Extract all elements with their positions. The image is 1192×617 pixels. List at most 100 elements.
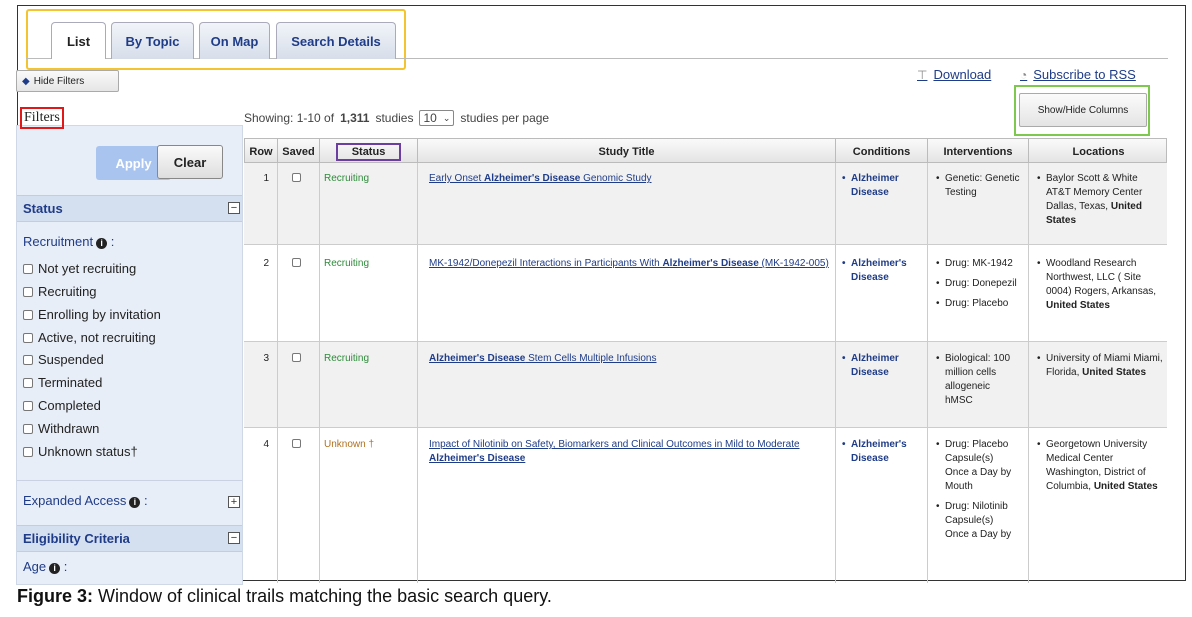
option-label: Enrolling by invitation: [38, 307, 161, 322]
save-checkbox[interactable]: [292, 439, 301, 448]
expanded-access-label[interactable]: Expanded Access i :: [23, 493, 148, 508]
filter-option-withdrawn[interactable]: Withdrawn: [23, 421, 99, 436]
rss-link[interactable]: ◔ Subscribe to RSS: [1020, 67, 1136, 82]
checkbox[interactable]: [23, 263, 33, 274]
status-value: Recruiting: [324, 258, 370, 269]
save-checkbox[interactable]: [292, 353, 301, 362]
status-section-header[interactable]: Status: [17, 195, 242, 222]
recruitment-colon: :: [110, 234, 115, 249]
column-header-locations[interactable]: Locations: [1029, 139, 1168, 164]
column-header-saved[interactable]: Saved: [278, 139, 320, 164]
checkbox[interactable]: [23, 377, 33, 388]
title-text: Stem Cells Multiple Infusions: [525, 353, 657, 364]
interventions-value: Drug: Placebo Capsule(s) Once a Day by M…: [935, 438, 1013, 548]
per-page-select[interactable]: 10 ⌄: [419, 110, 455, 126]
expanded-access-text: Expanded Access: [23, 493, 127, 508]
tab-row-divider: [26, 58, 1168, 59]
study-title-link[interactable]: Impact of Nilotinib on Safety, Biomarker…: [429, 438, 829, 466]
title-text: Early Onset: [429, 173, 485, 184]
tab-list[interactable]: List: [51, 22, 106, 59]
condition-value[interactable]: Alzheimer Disease: [841, 352, 923, 386]
row-number: 1: [263, 173, 269, 184]
results-summary: Showing: 1-10 of 1,311 studies 10 ⌄ stud…: [244, 110, 549, 126]
option-label: Completed: [38, 398, 101, 413]
column-divider: [417, 163, 418, 583]
age-text: Age: [23, 559, 47, 574]
eligibility-section-label: Eligibility Criteria: [23, 531, 130, 546]
download-link[interactable]: ⊤ Download: [917, 67, 991, 82]
title-keyword: Alzheimer's Disease: [429, 353, 526, 364]
condition-word: Alzheimer: [851, 173, 899, 184]
rss-icon: ◔: [1020, 67, 1028, 82]
intervention-item: Genetic: Genetic Testing: [936, 172, 1021, 200]
per-page-value: 10: [423, 111, 437, 125]
checkbox[interactable]: [23, 309, 33, 320]
study-title-link[interactable]: Alzheimer's Disease Stem Cells Multiple …: [429, 352, 829, 366]
status-value: Unknown †: [324, 439, 375, 450]
chevron-down-icon: ⌄: [442, 112, 451, 123]
column-header-conditions[interactable]: Conditions: [836, 139, 928, 164]
expand-icon[interactable]: +: [228, 496, 240, 508]
recruitment-label: Recruitment i :: [23, 234, 114, 249]
info-icon[interactable]: i: [96, 238, 108, 249]
figure-caption: Figure 3: Window of clinical trails matc…: [17, 586, 552, 607]
checkbox[interactable]: [23, 354, 33, 365]
checkbox[interactable]: [23, 423, 33, 434]
title-keyword: Alzheimer's Disease: [429, 453, 526, 464]
intervention-item: Drug: Nilotinib Capsule(s) Once a Day by: [936, 500, 1013, 542]
column-header-interventions[interactable]: Interventions: [928, 139, 1029, 164]
collapse-icon[interactable]: −: [228, 532, 240, 544]
condition-value[interactable]: Alzheimer's Disease: [841, 257, 923, 291]
filter-option-completed[interactable]: Completed: [23, 398, 101, 413]
filter-option-suspended[interactable]: Suspended: [23, 352, 104, 367]
clear-button[interactable]: Clear: [157, 145, 223, 179]
expanded-access-colon: :: [143, 493, 148, 508]
location-country: United States: [1082, 367, 1147, 378]
hide-filters-button[interactable]: ◆ Hide Filters: [16, 70, 119, 92]
checkbox[interactable]: [23, 332, 33, 343]
column-header-study-title[interactable]: Study Title: [418, 139, 836, 164]
location-text: Woodland Research Northwest, LLC ( Site …: [1046, 258, 1157, 297]
filter-option-enrolling-by-invitation[interactable]: Enrolling by invitation: [23, 307, 161, 322]
info-icon[interactable]: i: [49, 563, 61, 574]
checkbox[interactable]: [23, 400, 33, 411]
study-title-link[interactable]: Early Onset Alzheimer's Disease Genomic …: [429, 172, 829, 186]
save-checkbox[interactable]: [292, 258, 301, 267]
age-colon: :: [63, 559, 68, 574]
column-divider: [835, 163, 836, 583]
status-section-label: Status: [23, 201, 63, 216]
filter-option-active-not-recruiting[interactable]: Active, not recruiting: [23, 330, 156, 345]
filter-option-not-yet-recruiting[interactable]: Not yet recruiting: [23, 261, 136, 276]
interventions-value: Biological: 100 million cells allogeneic…: [935, 352, 1013, 414]
download-label: Download: [933, 67, 992, 82]
condition-value[interactable]: Alzheimer's Disease: [841, 438, 923, 472]
results-total: 1,311: [340, 111, 370, 125]
checkbox[interactable]: [23, 446, 33, 457]
tab-search-details[interactable]: Search Details: [276, 22, 396, 59]
location-country: United States: [1046, 300, 1110, 311]
column-divider: [319, 163, 320, 583]
tab-on-map[interactable]: On Map: [199, 22, 270, 59]
condition-value[interactable]: Alzheimer Disease: [841, 172, 923, 206]
intervention-item: Drug: MK-1942: [936, 257, 1025, 271]
filter-option-recruiting[interactable]: Recruiting: [23, 284, 97, 299]
checkbox[interactable]: [23, 286, 33, 297]
save-checkbox[interactable]: [292, 173, 301, 182]
per-page-suffix: studies per page: [460, 111, 550, 125]
column-header-row[interactable]: Row: [245, 139, 278, 164]
title-text: Impact of Nilotinib on Safety, Biomarker…: [429, 439, 800, 450]
tab-by-topic[interactable]: By Topic: [111, 22, 194, 59]
info-icon[interactable]: i: [129, 497, 141, 508]
column-header-status[interactable]: Status: [320, 139, 418, 164]
condition-word: Disease: [851, 187, 889, 198]
filter-option-unknown-status[interactable]: Unknown status†: [23, 444, 138, 459]
location-country: United States: [1093, 481, 1158, 492]
condition-word: Disease: [851, 367, 889, 378]
table-body: 1 Recruiting Early Onset Alzheimer's Dis…: [244, 163, 1167, 583]
eligibility-section-header[interactable]: Eligibility Criteria: [17, 525, 242, 552]
study-title-link[interactable]: MK-1942/Donepezil Interactions in Partic…: [429, 257, 829, 271]
collapse-icon[interactable]: −: [228, 202, 240, 214]
filter-option-terminated[interactable]: Terminated: [23, 375, 102, 390]
show-hide-columns-button[interactable]: Show/Hide Columns: [1019, 93, 1147, 127]
column-divider: [1028, 163, 1029, 583]
